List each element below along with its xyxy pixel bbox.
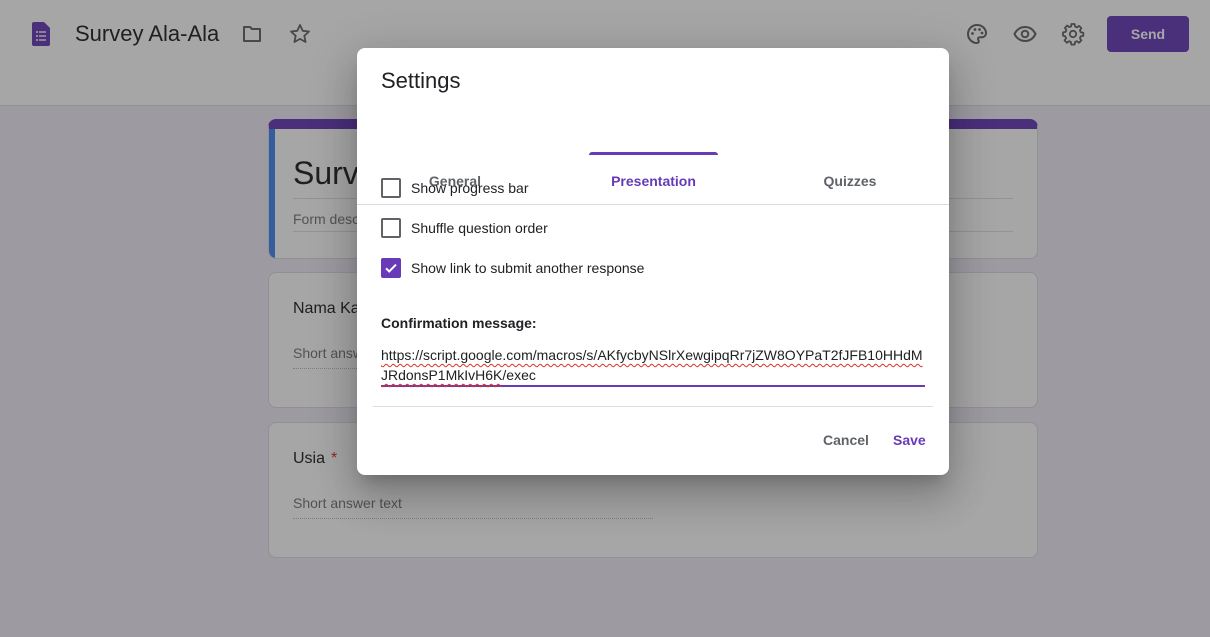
checkbox[interactable] [381, 178, 401, 198]
option-label: Shuffle question order [411, 220, 548, 236]
tab-presentation[interactable]: Presentation [589, 173, 718, 189]
confirmation-message-input[interactable]: https://script.google.com/macros/s/AKfyc… [381, 345, 925, 387]
checkbox-checked[interactable] [381, 258, 401, 278]
dialog-title: Settings [381, 68, 461, 93]
dialog-divider [373, 406, 933, 407]
checkmark-icon [385, 263, 397, 273]
url-prefix: https://script.google.com/macros/s/ [381, 347, 598, 363]
tab-quizzes[interactable]: Quizzes [810, 173, 890, 189]
url-suffix: /exec [502, 367, 536, 383]
active-tab-indicator [589, 152, 718, 155]
cancel-button[interactable]: Cancel [823, 432, 869, 448]
option-label: Show progress bar [411, 180, 529, 196]
confirmation-message-label: Confirmation message: [381, 315, 537, 331]
option-label: Show link to submit another response [411, 260, 645, 276]
checkbox[interactable] [381, 218, 401, 238]
settings-dialog: Settings General Presentation Quizzes Sh… [357, 48, 949, 475]
save-button[interactable]: Save [893, 432, 926, 448]
